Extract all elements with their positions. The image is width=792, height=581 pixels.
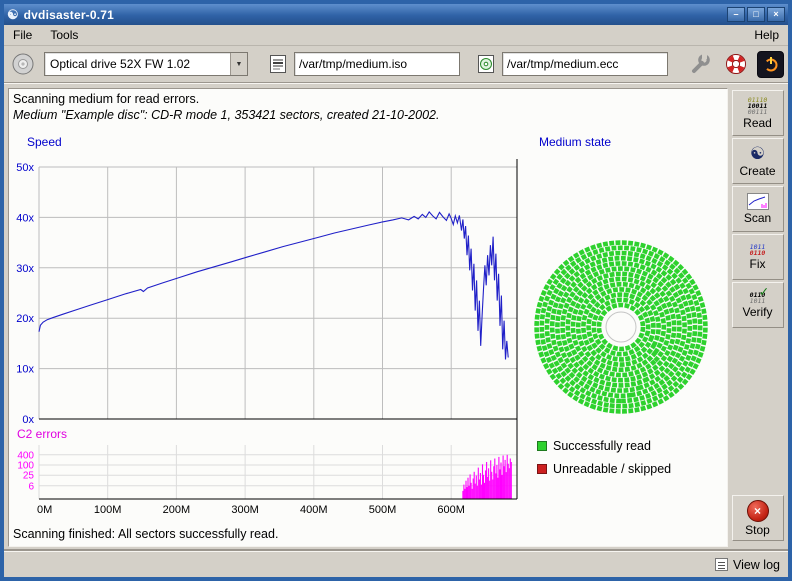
help-button[interactable] [721, 49, 751, 79]
legend-bad-swatch [537, 464, 547, 474]
svg-text:100M: 100M [94, 504, 122, 516]
drive-select-value: Optical drive 52X FW 1.02 [45, 57, 230, 71]
drive-button[interactable] [8, 49, 38, 79]
fix-label: Fix [750, 257, 766, 271]
iso-file-icon [268, 53, 288, 75]
svg-text:20x: 20x [16, 313, 34, 325]
finish-status: Scanning finished: All sectors successfu… [13, 527, 278, 541]
svg-text:300M: 300M [231, 504, 259, 516]
maximize-button[interactable]: □ [747, 7, 765, 22]
titlebar[interactable]: ☯ dvdisaster-0.71 – □ × [4, 4, 788, 25]
dropdown-arrow-icon: ▼ [230, 53, 247, 75]
svg-text:50x: 50x [16, 162, 34, 174]
menu-file[interactable]: File [4, 26, 41, 44]
status-line-1: Scanning medium for read errors. [13, 92, 199, 106]
fix-binary-icon: 10110110 [750, 244, 766, 256]
iso-path-input[interactable] [294, 52, 460, 76]
action-sidebar: 011101001100111 Read ☯ Create Scan [728, 88, 786, 547]
svg-text:30x: 30x [16, 263, 34, 275]
legend-bad-label: Unreadable / skipped [553, 462, 671, 476]
create-label: Create [739, 164, 775, 178]
app-window: ☯ dvdisaster-0.71 – □ × File Tools Help … [0, 0, 792, 581]
stop-button[interactable]: × Stop [732, 495, 784, 541]
medium-state-disc [527, 229, 727, 429]
scan-button[interactable]: Scan [732, 186, 784, 232]
wrench-icon [688, 52, 712, 76]
medium-state-legend: Successfully read Unreadable / skipped [537, 439, 671, 476]
menubar: File Tools Help [4, 25, 788, 46]
content-area: Scanning medium for read errors. Medium … [4, 84, 788, 551]
drive-select[interactable]: Optical drive 52X FW 1.02 ▼ [44, 52, 248, 76]
ecc-path-input[interactable] [502, 52, 668, 76]
yinyang-icon: ☯ [750, 144, 765, 163]
svg-text:400M: 400M [300, 504, 328, 516]
svg-text:6: 6 [28, 481, 34, 492]
lifesaver-icon [724, 52, 748, 76]
scan-label: Scan [744, 211, 771, 225]
verify-button[interactable]: 01101011 ✓ Verify [732, 282, 784, 328]
verify-check-icon: 01101011 ✓ [750, 292, 766, 304]
close-button[interactable]: × [767, 7, 785, 22]
toolbar: Optical drive 52X FW 1.02 ▼ [4, 46, 788, 82]
create-button[interactable]: ☯ Create [732, 138, 784, 184]
scan-chart-icon [747, 193, 769, 210]
svg-text:600M: 600M [437, 504, 465, 516]
ecc-file-icon [476, 53, 496, 75]
svg-text:10x: 10x [16, 364, 34, 376]
svg-text:25: 25 [23, 471, 35, 482]
svg-text:400: 400 [17, 450, 34, 461]
read-label: Read [743, 116, 772, 130]
svg-text:0x: 0x [22, 414, 34, 426]
legend-ok-swatch [537, 441, 547, 451]
view-log-label: View log [733, 558, 780, 572]
footer-bar: View log [4, 551, 788, 577]
medium-state-title: Medium state [539, 135, 611, 149]
verify-label: Verify [742, 305, 772, 319]
status-line-2: Medium "Example disc": CD-R mode 1, 3534… [13, 108, 439, 122]
menu-tools[interactable]: Tools [41, 26, 87, 44]
svg-text:200M: 200M [163, 504, 191, 516]
menu-help[interactable]: Help [745, 26, 788, 44]
speed-and-c2-chart: 0x 10x 20x 30x 40x 50x 625100400 0M 100M 200M 300M… [9, 129, 529, 547]
log-icon [715, 558, 728, 571]
legend-unreadable-skipped: Unreadable / skipped [537, 462, 671, 476]
svg-text:0M: 0M [37, 504, 52, 516]
power-icon [761, 54, 781, 74]
fix-button[interactable]: 10110110 Fix [732, 234, 784, 280]
legend-ok-label: Successfully read [553, 439, 651, 453]
stop-icon: × [747, 500, 769, 522]
cd-drive-icon [11, 52, 35, 76]
read-binary-icon: 011101001100111 [748, 97, 768, 115]
main-panel: Scanning medium for read errors. Medium … [8, 88, 728, 547]
quit-button[interactable] [757, 51, 784, 78]
read-button[interactable]: 011101001100111 Read [732, 90, 784, 136]
view-log-button[interactable]: View log [715, 558, 780, 572]
svg-text:500M: 500M [369, 504, 397, 516]
stop-label: Stop [745, 523, 770, 537]
window-yinyang-icon: ☯ [7, 8, 19, 21]
preferences-button[interactable] [685, 49, 715, 79]
minimize-button[interactable]: – [727, 7, 745, 22]
svg-text:100: 100 [17, 461, 34, 472]
svg-text:40x: 40x [16, 212, 34, 224]
legend-successfully-read: Successfully read [537, 439, 671, 453]
window-title: dvdisaster-0.71 [24, 8, 722, 22]
